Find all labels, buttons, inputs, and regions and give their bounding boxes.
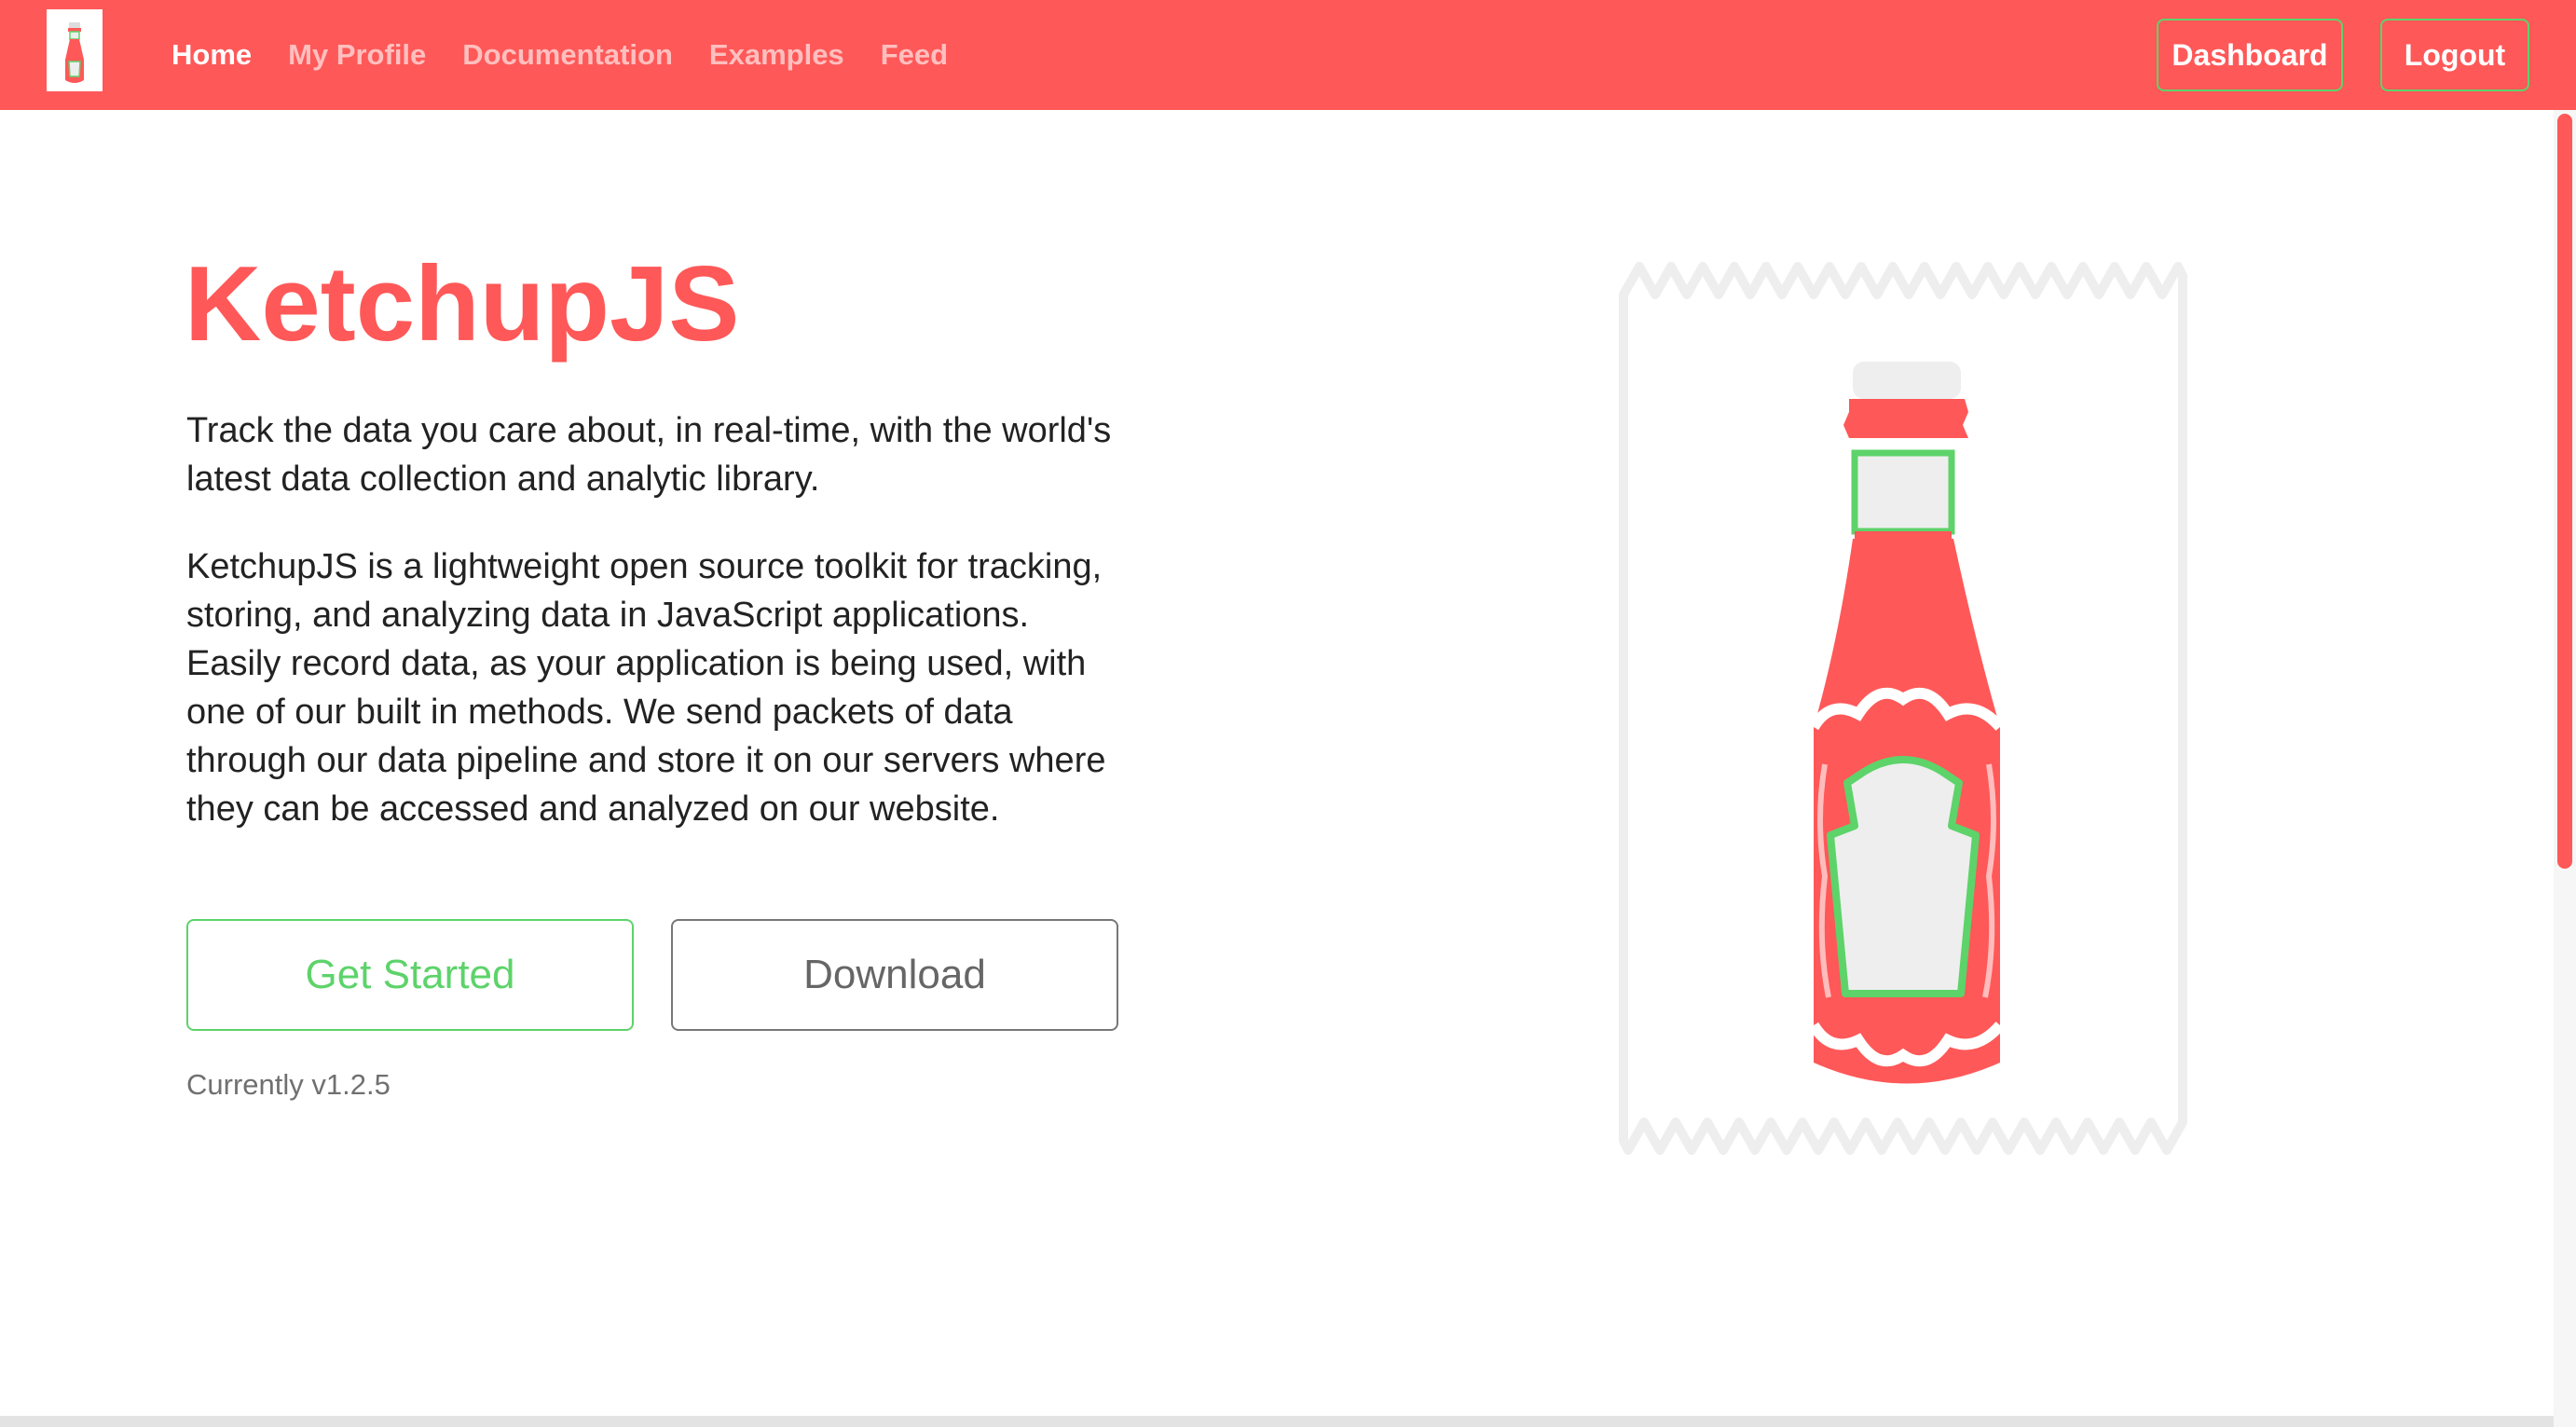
nav-links: Home My Profile Documentation Examples F…: [171, 0, 984, 110]
nav-link-examples[interactable]: Examples: [709, 38, 844, 72]
ketchup-packet-illustration: [1618, 261, 2188, 1156]
download-button[interactable]: Download: [671, 919, 1118, 1031]
get-started-button[interactable]: Get Started: [186, 919, 634, 1031]
nav-link-my-profile[interactable]: My Profile: [288, 38, 426, 72]
top-navbar: Home My Profile Documentation Examples F…: [0, 0, 2576, 110]
hero-description: KetchupJS is a lightweight open source t…: [186, 547, 1106, 829]
hero-title: KetchupJS: [185, 245, 740, 364]
bottom-divider: [0, 1416, 2554, 1427]
scrollbar-thumb[interactable]: [2557, 114, 2572, 869]
logout-button[interactable]: Logout: [2380, 19, 2529, 91]
page: Home My Profile Documentation Examples F…: [0, 0, 2576, 1427]
ketchup-logo-icon[interactable]: [45, 6, 104, 95]
dashboard-button[interactable]: Dashboard: [2157, 19, 2343, 91]
nav-link-documentation[interactable]: Documentation: [462, 38, 673, 72]
nav-link-feed[interactable]: Feed: [881, 38, 948, 72]
version-text: Currently v1.2.5: [186, 1068, 391, 1101]
nav-link-home[interactable]: Home: [171, 38, 252, 72]
hero-lead: Track the data you care about, in real-t…: [186, 411, 1112, 499]
